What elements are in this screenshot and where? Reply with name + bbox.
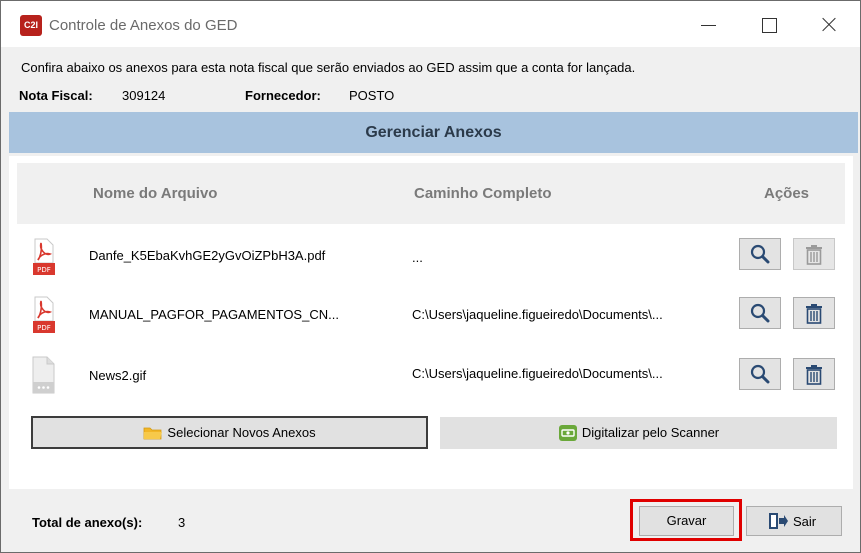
file-name: News2.gif	[89, 368, 147, 383]
view-attachment-button[interactable]	[739, 358, 781, 390]
maximize-button[interactable]	[760, 15, 780, 35]
trash-icon	[806, 365, 822, 385]
delete-attachment-button[interactable]	[793, 297, 835, 329]
select-new-attachments-label: Selecionar Novos Anexos	[167, 425, 316, 440]
column-header-acoes: Ações	[764, 185, 810, 202]
exit-label: Sair	[793, 513, 817, 529]
svg-text:PDF: PDF	[37, 266, 51, 274]
nota-fiscal-label: Nota Fiscal:	[19, 88, 93, 103]
magnifier-icon	[750, 303, 770, 323]
file-name: Danfe_K5EbaKvhGE2yGvOiZPbH3A.pdf	[89, 248, 326, 263]
pdf-file-icon: PDF	[33, 296, 55, 333]
section-header: Gerenciar Anexos	[9, 112, 858, 153]
fornecedor-label: Fornecedor:	[245, 88, 321, 103]
file-name: MANUAL_PAGFOR_PAGAMENTOS_CN...	[89, 307, 339, 322]
magnifier-icon	[750, 244, 770, 264]
view-attachment-button[interactable]	[739, 238, 781, 270]
file-path: C:\Users\jaqueline.figueiredo\Documents\…	[412, 307, 663, 322]
folder-icon	[144, 427, 163, 439]
exit-door-icon	[769, 513, 788, 529]
delete-attachment-button[interactable]	[793, 358, 835, 390]
app-logo-icon: C2I	[20, 15, 42, 36]
scan-button[interactable]: Digitalizar pelo Scanner	[440, 417, 837, 449]
generic-file-icon	[32, 356, 55, 394]
minimize-button[interactable]	[699, 15, 719, 35]
save-button[interactable]: Gravar	[639, 506, 734, 536]
file-path: C:\Users\jaqueline.figueiredo\Documents\…	[412, 366, 663, 381]
table-row: PDF Danfe_K5EbaKvhGE2yGvOiZPbH3A.pdf ...	[9, 238, 853, 294]
ged-attachments-window: C2I Controle de Anexos do GED Confira ab…	[0, 0, 861, 553]
svg-text:PDF: PDF	[37, 324, 51, 332]
close-button[interactable]	[819, 15, 839, 35]
total-attachments-label: Total de anexo(s):	[32, 515, 143, 530]
column-header-caminho: Caminho Completo	[414, 185, 552, 202]
fornecedor-value: POSTO	[349, 88, 395, 103]
trash-icon	[806, 304, 822, 324]
exit-button[interactable]: Sair	[746, 506, 842, 536]
select-new-attachments-button[interactable]: Selecionar Novos Anexos	[31, 416, 428, 449]
scan-label: Digitalizar pelo Scanner	[581, 425, 720, 440]
table-row: News2.gif C:\Users\jaqueline.figueiredo\…	[9, 356, 853, 412]
nota-fiscal-value: 309124	[122, 88, 166, 103]
delete-attachment-button[interactable]	[793, 238, 835, 270]
view-attachment-button[interactable]	[739, 297, 781, 329]
window-title: Controle de Anexos do GED	[49, 17, 238, 34]
file-path: ...	[412, 250, 423, 265]
pdf-file-icon: PDF	[33, 238, 55, 275]
table-row: PDF MANUAL_PAGFOR_PAGAMENTOS_CN... C:\Us…	[9, 296, 853, 352]
title-bar: C2I Controle de Anexos do GED	[1, 1, 860, 47]
attachments-panel: Nome do Arquivo Caminho Completo Ações P…	[9, 156, 853, 489]
scanner-icon	[558, 425, 577, 441]
column-header-nome: Nome do Arquivo	[93, 185, 218, 202]
trash-icon	[806, 245, 822, 265]
info-message: Confira abaixo os anexos para esta nota …	[21, 60, 636, 75]
magnifier-icon	[750, 364, 770, 384]
total-attachments-value: 3	[178, 515, 186, 530]
table-header: Nome do Arquivo Caminho Completo Ações	[17, 163, 845, 224]
